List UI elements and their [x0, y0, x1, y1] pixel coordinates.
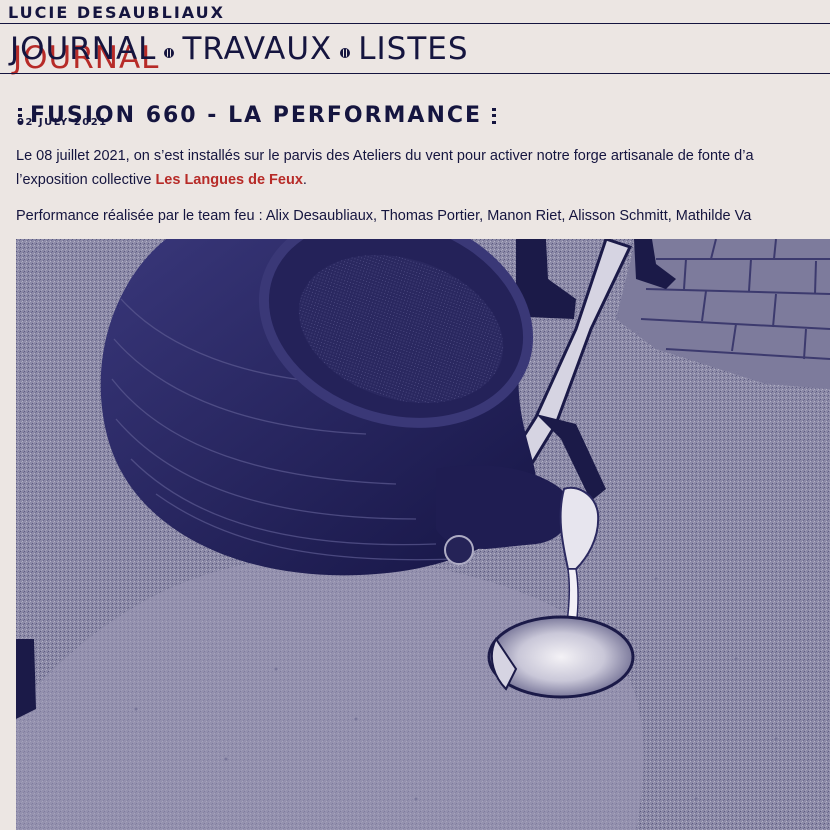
intro-line-2-start: l’exposition collective [16, 172, 156, 188]
nav-item-travaux[interactable]: TRAVAUX [182, 31, 332, 67]
nav-item-travaux-label: TRAVAUX [182, 31, 333, 67]
performance-photo-illustration [16, 239, 830, 830]
post-paragraph-credits: Performance réalisée par le team feu : A… [16, 208, 752, 224]
nav-separator-icon [340, 48, 351, 58]
nav-separator-icon [164, 48, 175, 58]
header-divider [0, 23, 830, 24]
nav-item-listes-label: LISTES [358, 31, 469, 67]
post-paragraph-intro: Le 08 juillet 2021, on s’est installés s… [16, 144, 830, 192]
nav-item-journal-label: JOURNAL [10, 31, 157, 67]
intro-line-2-end: . [302, 172, 307, 188]
nav-item-journal[interactable]: JOURNAL JOURNAL [10, 31, 158, 76]
nav-divider [0, 73, 830, 74]
exhibition-link[interactable]: Les Langues de Feux [155, 172, 302, 188]
site-name[interactable]: LUCIE DESAUBLIAUX [8, 3, 225, 22]
nav-item-listes[interactable]: LISTES [358, 31, 468, 67]
main-nav: JOURNAL JOURNAL TRAVAUX LISTES [10, 27, 469, 76]
performance-photo [16, 239, 830, 830]
intro-line-1: Le 08 juillet 2021, on s’est installés s… [16, 148, 754, 164]
vertical-dots-icon [492, 107, 497, 124]
post-date: 02 JULY 2021 [17, 117, 108, 128]
